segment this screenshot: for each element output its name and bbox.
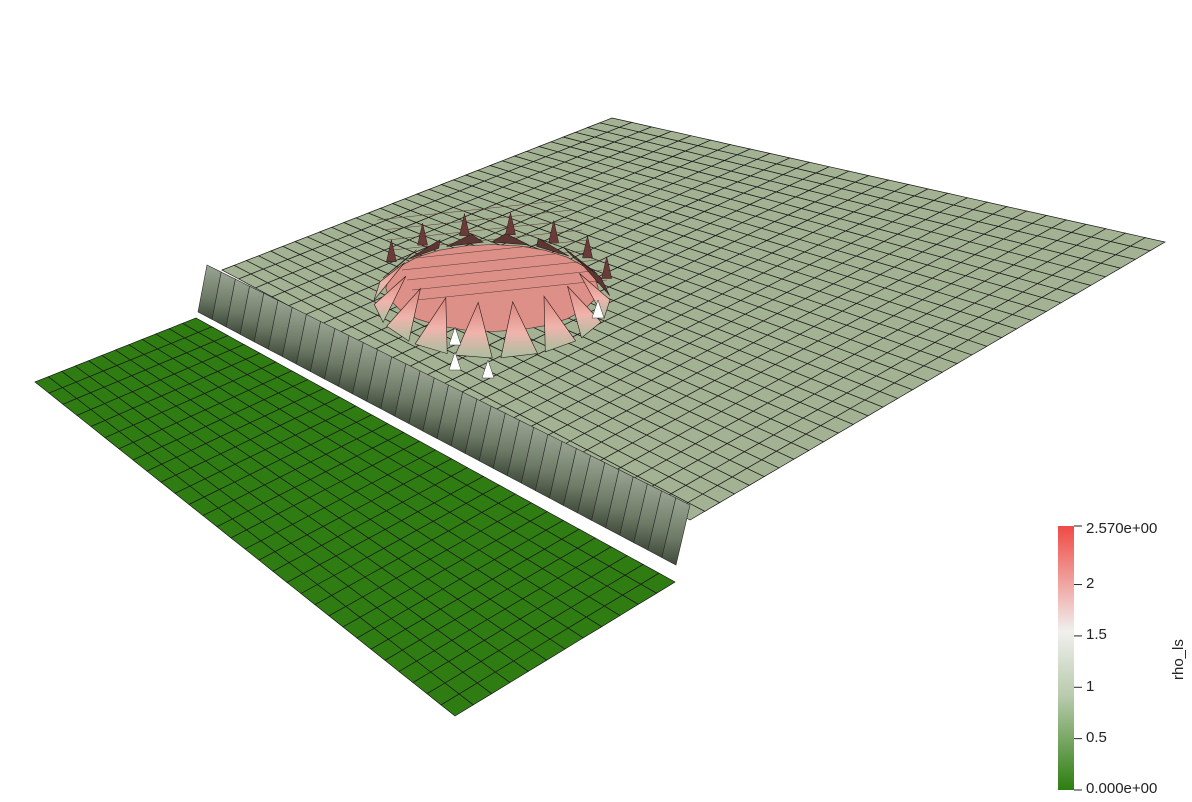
colorbar-min-label: 0.000e+00 (1086, 780, 1158, 797)
colorbar-max-label: 2.570e+00 (1086, 520, 1158, 537)
colorbar-tick-label: 1.5 (1086, 626, 1107, 643)
colorbar-title: rho_ls (1170, 639, 1187, 680)
bump-top (385, 244, 599, 332)
colorbar-tick-label: 1 (1086, 678, 1095, 695)
render-viewport[interactable] (0, 0, 1192, 802)
colorbar-labels: 2.570e+00 2 1.5 1 0.5 0.000e+00 rho_ls (1050, 520, 1192, 802)
colorbar-tick-label: 2 (1086, 575, 1095, 592)
colorbar-tick-label: 0.5 (1086, 729, 1107, 746)
